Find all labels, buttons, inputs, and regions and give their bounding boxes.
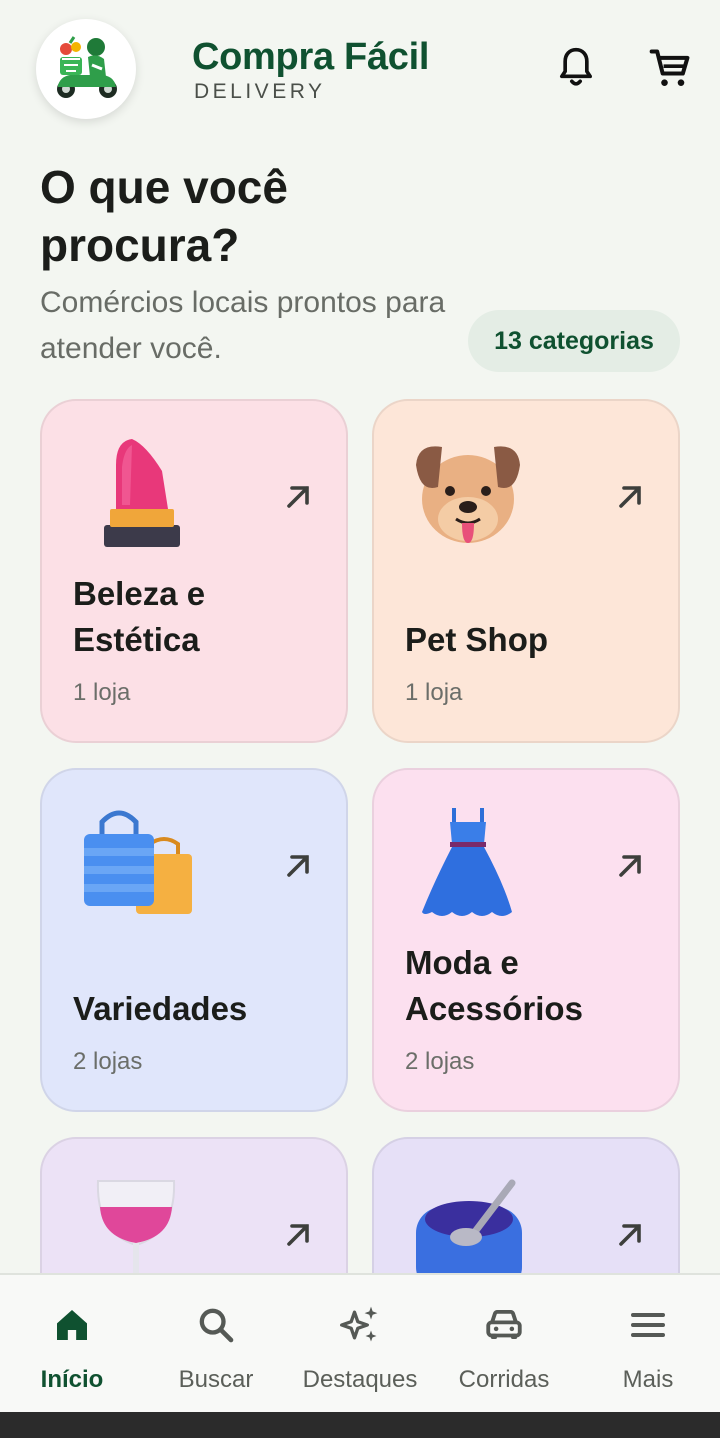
brand-logo[interactable] [36, 19, 136, 119]
nav-item-destaques[interactable]: Destaques [288, 1275, 432, 1414]
arrow-up-right-icon [619, 855, 641, 877]
dog-face-icon [416, 446, 520, 543]
category-card-moda[interactable]: Moda e Acessórios 2 lojas [372, 768, 680, 1112]
bell-icon [560, 47, 592, 86]
arrow-up-right-icon [287, 855, 309, 877]
nav-item-mais[interactable]: Mais [576, 1275, 720, 1414]
cart-button[interactable] [646, 44, 694, 92]
arrow-up-right-icon [287, 486, 309, 508]
page-subline: Comércios locais prontos para atender vo… [40, 286, 446, 365]
system-navigation-bar [0, 1412, 720, 1438]
nav-label: Corridas [458, 1366, 550, 1393]
arrow-up-right-icon [287, 1224, 309, 1246]
cart-icon [649, 49, 690, 86]
bottom-navigation: Início Buscar Destaques Corridas Mais [0, 1273, 720, 1412]
menu-icon [631, 1313, 665, 1337]
nav-label: Buscar [178, 1366, 254, 1393]
notifications-button[interactable] [552, 44, 600, 92]
page-headline: O que você procura? [40, 161, 288, 271]
car-icon [486, 1309, 522, 1339]
sparkles-icon [340, 1306, 378, 1342]
category-name: Beleza e Estética [73, 575, 206, 658]
lipstick-icon [104, 439, 180, 547]
category-name: Pet Shop [405, 621, 549, 658]
arrow-up-right-icon [619, 486, 641, 508]
nav-label: Mais [622, 1366, 674, 1393]
delivery-scooter-logo-icon [57, 36, 117, 98]
category-card-beleza[interactable]: Beleza e Estética 1 loja [40, 399, 348, 743]
nav-item-corridas[interactable]: Corridas [432, 1275, 576, 1414]
home-icon [57, 1310, 87, 1340]
nav-label: Início [40, 1366, 104, 1393]
nav-label: Destaques [302, 1366, 418, 1393]
app-header: Compra Fácil DELIVERY [0, 0, 720, 140]
category-store-count: 1 loja [405, 679, 463, 706]
dress-icon [422, 808, 512, 916]
nav-item-inicio[interactable]: Início [0, 1275, 144, 1414]
category-store-count: 2 lojas [73, 1048, 143, 1075]
category-card-pet-shop[interactable]: Pet Shop 1 loja [372, 399, 680, 743]
category-name: Moda e Acessórios [405, 944, 583, 1027]
nav-item-buscar[interactable]: Buscar [144, 1275, 288, 1414]
category-store-count: 2 lojas [405, 1048, 475, 1075]
category-card-variedades[interactable]: Variedades 2 lojas [40, 768, 348, 1112]
shopping-bags-icon [84, 810, 192, 914]
arrow-up-right-icon [619, 1224, 641, 1246]
search-icon [199, 1308, 234, 1343]
category-name: Variedades [73, 990, 248, 1027]
brand-title: Compra Fácil [192, 36, 430, 78]
brand-subtitle: DELIVERY [194, 80, 326, 103]
category-store-count: 1 loja [73, 679, 131, 706]
categories-count-badge: 13 categorias [468, 310, 680, 372]
